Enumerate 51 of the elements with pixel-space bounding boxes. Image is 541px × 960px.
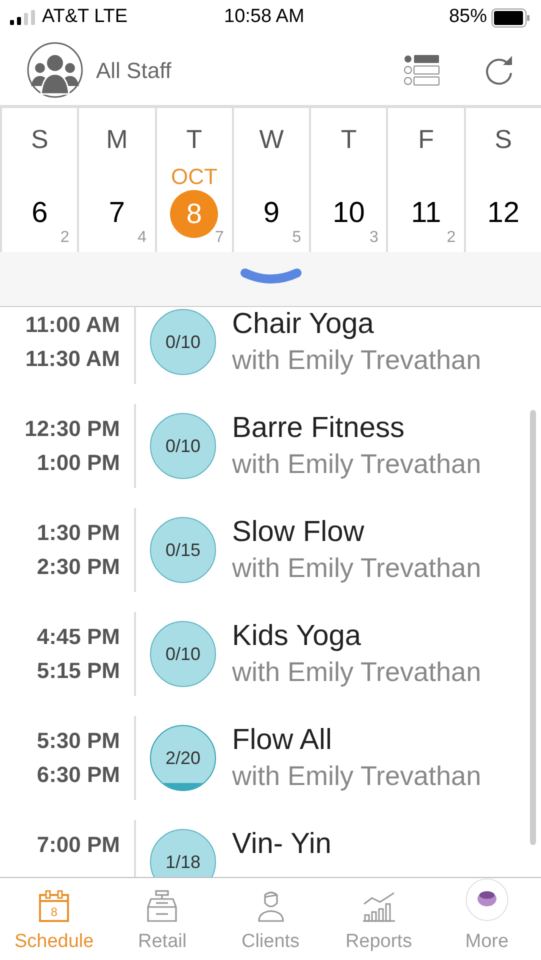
class-count: 5 bbox=[292, 228, 302, 248]
instructor-name: with Emily Trevathan bbox=[232, 448, 482, 481]
booking-count: 0/10 bbox=[165, 330, 201, 354]
booking-count: 0/15 bbox=[165, 538, 201, 562]
weekday-label: F bbox=[418, 126, 434, 152]
class-count: 2 bbox=[60, 228, 70, 248]
end-time: 6:30 PM bbox=[36, 761, 120, 789]
class-name: Slow Flow bbox=[232, 515, 366, 550]
booking-count: 0/10 bbox=[165, 642, 201, 666]
day-number[interactable]: 9 bbox=[263, 190, 280, 238]
end-time: 2:30 PM bbox=[36, 553, 120, 581]
staff-filter-label[interactable]: All Staff bbox=[96, 54, 172, 86]
start-time: 5:30 PM bbox=[36, 727, 120, 755]
start-time: 1:30 PM bbox=[36, 519, 120, 547]
class-name: Chair Yoga bbox=[232, 307, 375, 342]
start-time: 12:30 PM bbox=[24, 415, 120, 443]
instructor-name: with Emily Trevathan bbox=[232, 344, 482, 377]
instructor-name: with Emily Trevathan bbox=[232, 656, 482, 689]
class-name: Vin- Yin bbox=[232, 827, 332, 862]
month-label: OCT bbox=[170, 166, 218, 188]
start-time: 4:45 PM bbox=[36, 623, 120, 651]
day-number[interactable]: 10 bbox=[332, 190, 365, 238]
instructor-name: with Emily Trevathan bbox=[232, 760, 482, 793]
start-time: 7:00 PM bbox=[36, 831, 120, 859]
carrier-label: AT&T LTE bbox=[42, 5, 128, 30]
instructor-name: with Emily Trevathan bbox=[232, 552, 482, 585]
weekday-label: M bbox=[106, 126, 128, 152]
day-number[interactable]: 7 bbox=[108, 190, 125, 238]
day-number[interactable]: 6 bbox=[32, 190, 48, 238]
class-name: Kids Yoga bbox=[232, 619, 362, 654]
end-time: 5:15 PM bbox=[36, 657, 120, 685]
class-name: Barre Fitness bbox=[232, 411, 406, 446]
class-count: 3 bbox=[370, 228, 378, 248]
booking-count: 0/10 bbox=[165, 434, 201, 458]
weekday-label: W bbox=[259, 126, 284, 152]
start-time: 11:00 AM bbox=[25, 311, 120, 339]
booking-count: 2/20 bbox=[165, 746, 201, 770]
class-count: 2 bbox=[446, 228, 456, 248]
day-number[interactable]: 12 bbox=[487, 190, 520, 238]
weekday-label: T bbox=[340, 126, 357, 152]
weekday-label: S bbox=[30, 126, 48, 152]
clock-time: 10:58 AM bbox=[224, 5, 304, 30]
class-count: 4 bbox=[138, 228, 147, 248]
end-time: 1:00 PM bbox=[36, 449, 120, 477]
weekday-label: T bbox=[186, 126, 202, 152]
weekday-label: S bbox=[494, 126, 512, 152]
class-name: Flow All bbox=[232, 723, 333, 758]
battery-percent: 85% bbox=[448, 5, 487, 30]
day-number[interactable]: 11 bbox=[410, 190, 442, 238]
end-time: 11:30 AM bbox=[25, 345, 120, 373]
booking-count: 1/18 bbox=[165, 850, 201, 874]
